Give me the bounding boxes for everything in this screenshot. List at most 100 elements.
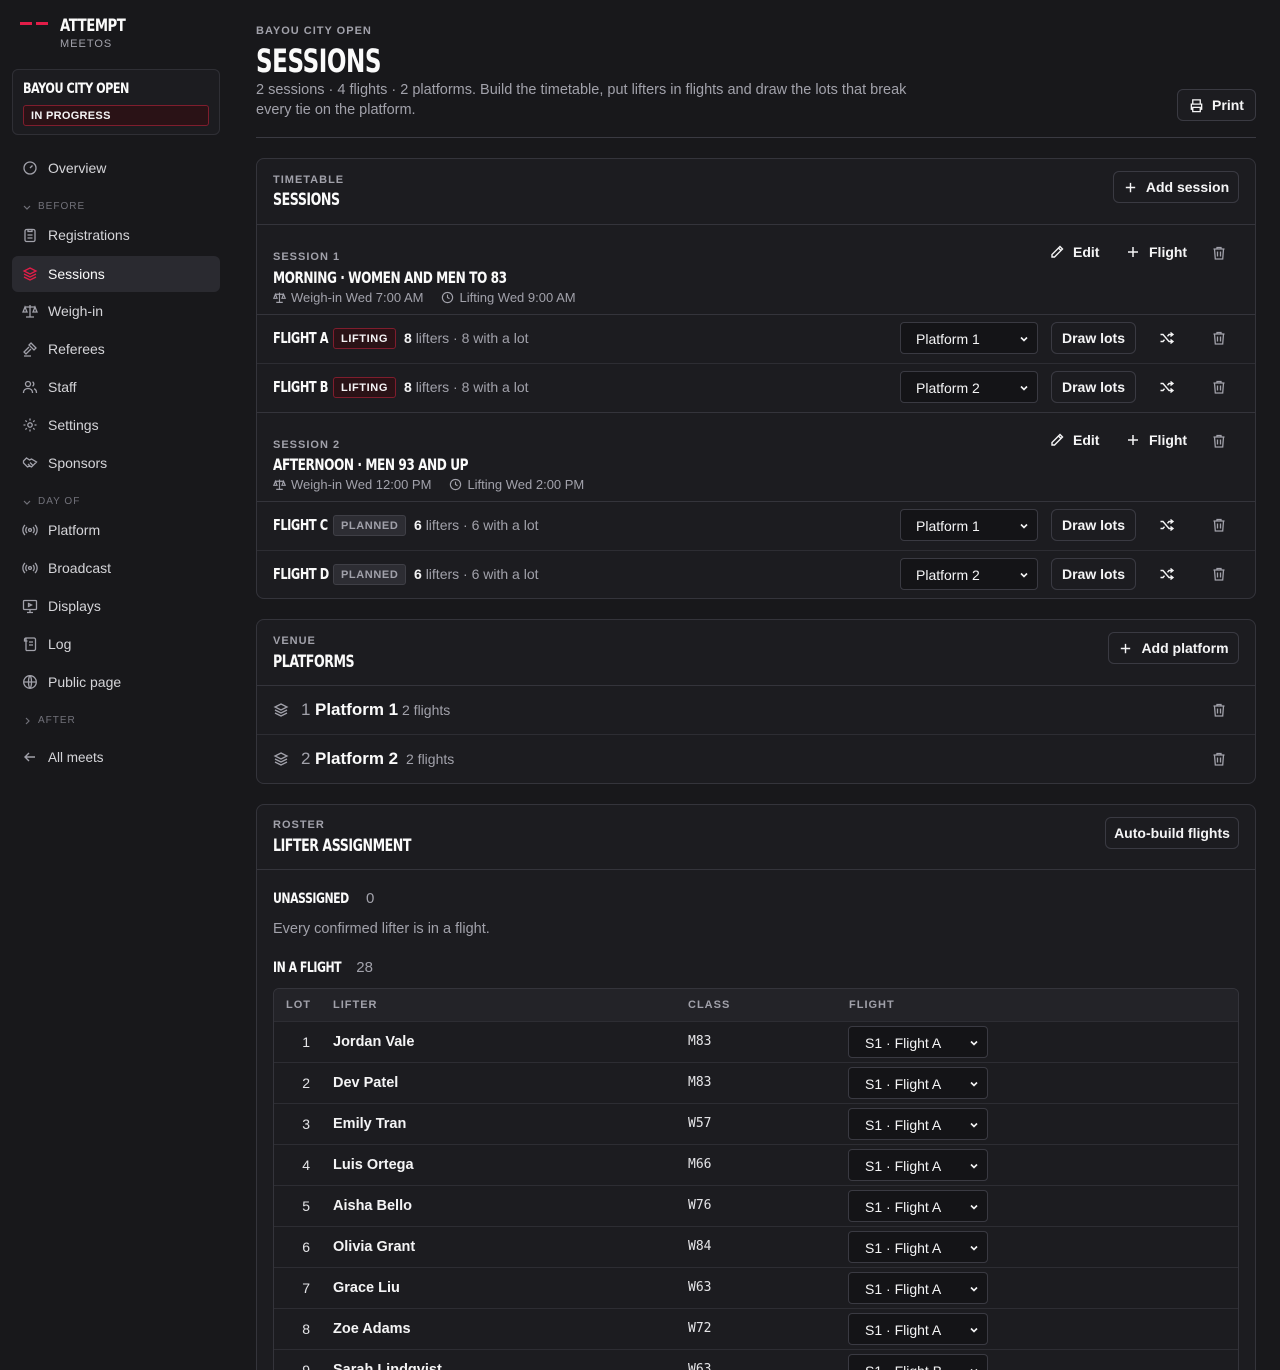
nav-group-before[interactable]: BEFORE <box>22 201 85 212</box>
lifter-name: Luis Ortega <box>333 1157 414 1173</box>
printer-icon <box>1190 98 1203 112</box>
auto-build-flights-button[interactable]: Auto-build flights <box>1105 817 1239 849</box>
status-badge: LIFTING <box>333 328 396 349</box>
meet-title: BAYOU CITY OPEN <box>23 81 129 97</box>
weight-class: W57 <box>688 1116 712 1131</box>
flight-select[interactable]: S1 · Flight A <box>848 1108 988 1140</box>
platform-select[interactable]: Platform 2 <box>900 558 1038 590</box>
nav-group-label: AFTER <box>38 715 76 726</box>
weight-class: M66 <box>688 1157 712 1172</box>
venue-card: VENUE PLATFORMS Add platform 1 Platform … <box>256 619 1256 784</box>
lot-number: 2 <box>302 1075 310 1091</box>
session-title: AFTERNOON · MEN 93 AND UP <box>273 455 469 474</box>
nav-platform[interactable]: Platform <box>12 512 220 548</box>
lifter-name: Jordan Vale <box>333 1034 415 1050</box>
platform-name[interactable]: Platform 1 <box>315 700 398 720</box>
globe-icon <box>23 675 37 689</box>
shuffle-icon[interactable] <box>1159 330 1175 346</box>
trash-icon[interactable] <box>1211 379 1227 395</box>
shuffle-icon[interactable] <box>1159 517 1175 533</box>
scroll-icon <box>23 637 37 652</box>
radio-icon <box>22 524 38 536</box>
add-flight-button[interactable]: Flight <box>1125 432 1187 448</box>
status-badge: PLANNED <box>333 515 407 536</box>
flight-select[interactable]: S1 · Flight A <box>848 1067 988 1099</box>
lifter-name: Olivia Grant <box>333 1239 416 1255</box>
session-meta: Weigh-in Wed 7:00 AM Lifting Wed 9:00 AM <box>273 290 576 305</box>
chevron-down-icon <box>23 205 31 210</box>
trash-icon[interactable] <box>1211 517 1227 533</box>
add-session-button[interactable]: Add session <box>1113 171 1239 203</box>
trash-icon[interactable] <box>1211 330 1227 346</box>
weight-class: M83 <box>688 1034 712 1049</box>
nav-sponsors[interactable]: Sponsors <box>12 445 220 481</box>
clock-icon <box>442 291 454 304</box>
layers-icon <box>273 703 289 717</box>
flight-select[interactable]: S1 · Flight A <box>848 1231 988 1263</box>
flight-select[interactable]: S1 · Flight A <box>848 1149 988 1181</box>
table-row: 5 Aisha Bello W76 S1 · Flight A <box>274 1185 1238 1226</box>
chevron-down-icon <box>970 1245 978 1251</box>
layers-icon <box>22 267 38 281</box>
nav-all-meets[interactable]: All meets <box>12 739 220 775</box>
session-eyebrow: SESSION 1 <box>273 251 341 263</box>
platform-select[interactable]: Platform 1 <box>900 509 1038 541</box>
weight-class: W84 <box>688 1239 712 1254</box>
nav-label: Public page <box>48 674 122 690</box>
nav-displays[interactable]: Displays <box>12 588 220 624</box>
flight-select[interactable]: S1 · Flight A <box>848 1272 988 1304</box>
nav-staff[interactable]: Staff <box>12 369 220 405</box>
nav-broadcast[interactable]: Broadcast <box>12 550 220 586</box>
breadcrumb[interactable]: BAYOU CITY OPEN <box>256 25 372 37</box>
flight-info: 8 lifters · 8 with a lot <box>404 330 529 346</box>
lot-number: 3 <box>302 1116 310 1132</box>
nav-overview[interactable]: Overview <box>12 150 220 186</box>
platform-select[interactable]: Platform 2 <box>900 371 1038 403</box>
shuffle-icon[interactable] <box>1159 379 1175 395</box>
clipboard-icon <box>24 228 36 243</box>
flight-info: 6 lifters · 6 with a lot <box>414 566 539 582</box>
trash-icon[interactable] <box>1211 751 1227 767</box>
edit-session-button[interactable]: Edit <box>1049 432 1099 448</box>
trash-icon[interactable] <box>1211 566 1227 582</box>
nav-group-after[interactable]: AFTER <box>22 715 76 726</box>
draw-lots-button[interactable]: Draw lots <box>1051 322 1136 354</box>
nav-referees[interactable]: Referees <box>12 331 220 367</box>
draw-lots-button[interactable]: Draw lots <box>1051 371 1136 403</box>
inflight-heading: IN A FLIGHT 28 <box>273 959 373 976</box>
nav-registrations[interactable]: Registrations <box>12 217 220 253</box>
chevron-down-icon <box>23 500 31 505</box>
platform-select[interactable]: Platform 1 <box>900 322 1038 354</box>
table-row: 4 Luis Ortega M66 S1 · Flight A <box>274 1144 1238 1185</box>
platform-name[interactable]: Platform 2 <box>315 749 398 769</box>
trash-icon[interactable] <box>1211 245 1227 261</box>
edit-session-button[interactable]: Edit <box>1049 244 1099 260</box>
trash-icon[interactable] <box>1211 702 1227 718</box>
flight-select[interactable]: S1 · Flight A <box>848 1190 988 1222</box>
weight-class: W76 <box>688 1198 712 1213</box>
nav-public-page[interactable]: Public page <box>12 664 220 700</box>
flight-select[interactable]: S1 · Flight B <box>848 1354 988 1370</box>
flight-select[interactable]: S1 · Flight A <box>848 1026 988 1058</box>
add-platform-button[interactable]: Add platform <box>1108 632 1239 664</box>
trash-icon[interactable] <box>1211 433 1227 449</box>
table-header: LOT LIFTER CLASS FLIGHT <box>274 989 1238 1021</box>
nav-sessions[interactable]: Sessions <box>12 256 220 292</box>
nav-group-dayof[interactable]: DAY OF <box>22 496 80 507</box>
meet-card[interactable]: BAYOU CITY OPEN IN PROGRESS <box>12 69 220 135</box>
nav-weighin[interactable]: Weigh-in <box>12 293 220 329</box>
flight-info: 6 lifters · 6 with a lot <box>414 517 539 533</box>
flight-select[interactable]: S1 · Flight A <box>848 1313 988 1345</box>
nav-log[interactable]: Log <box>12 626 220 662</box>
nav-label: Platform <box>48 522 101 538</box>
monitor-icon <box>22 599 38 614</box>
table-row: 9 Sarah Lindqvist W63 S1 · Flight B <box>274 1349 1238 1370</box>
nav-settings[interactable]: Settings <box>12 407 220 443</box>
add-flight-button[interactable]: Flight <box>1125 244 1187 260</box>
draw-lots-button[interactable]: Draw lots <box>1051 558 1136 590</box>
table-row: 6 Olivia Grant W84 S1 · Flight A <box>274 1226 1238 1267</box>
lifter-name: Aisha Bello <box>333 1198 412 1214</box>
draw-lots-button[interactable]: Draw lots <box>1051 509 1136 541</box>
shuffle-icon[interactable] <box>1159 566 1175 582</box>
print-button[interactable]: Print <box>1177 89 1256 121</box>
